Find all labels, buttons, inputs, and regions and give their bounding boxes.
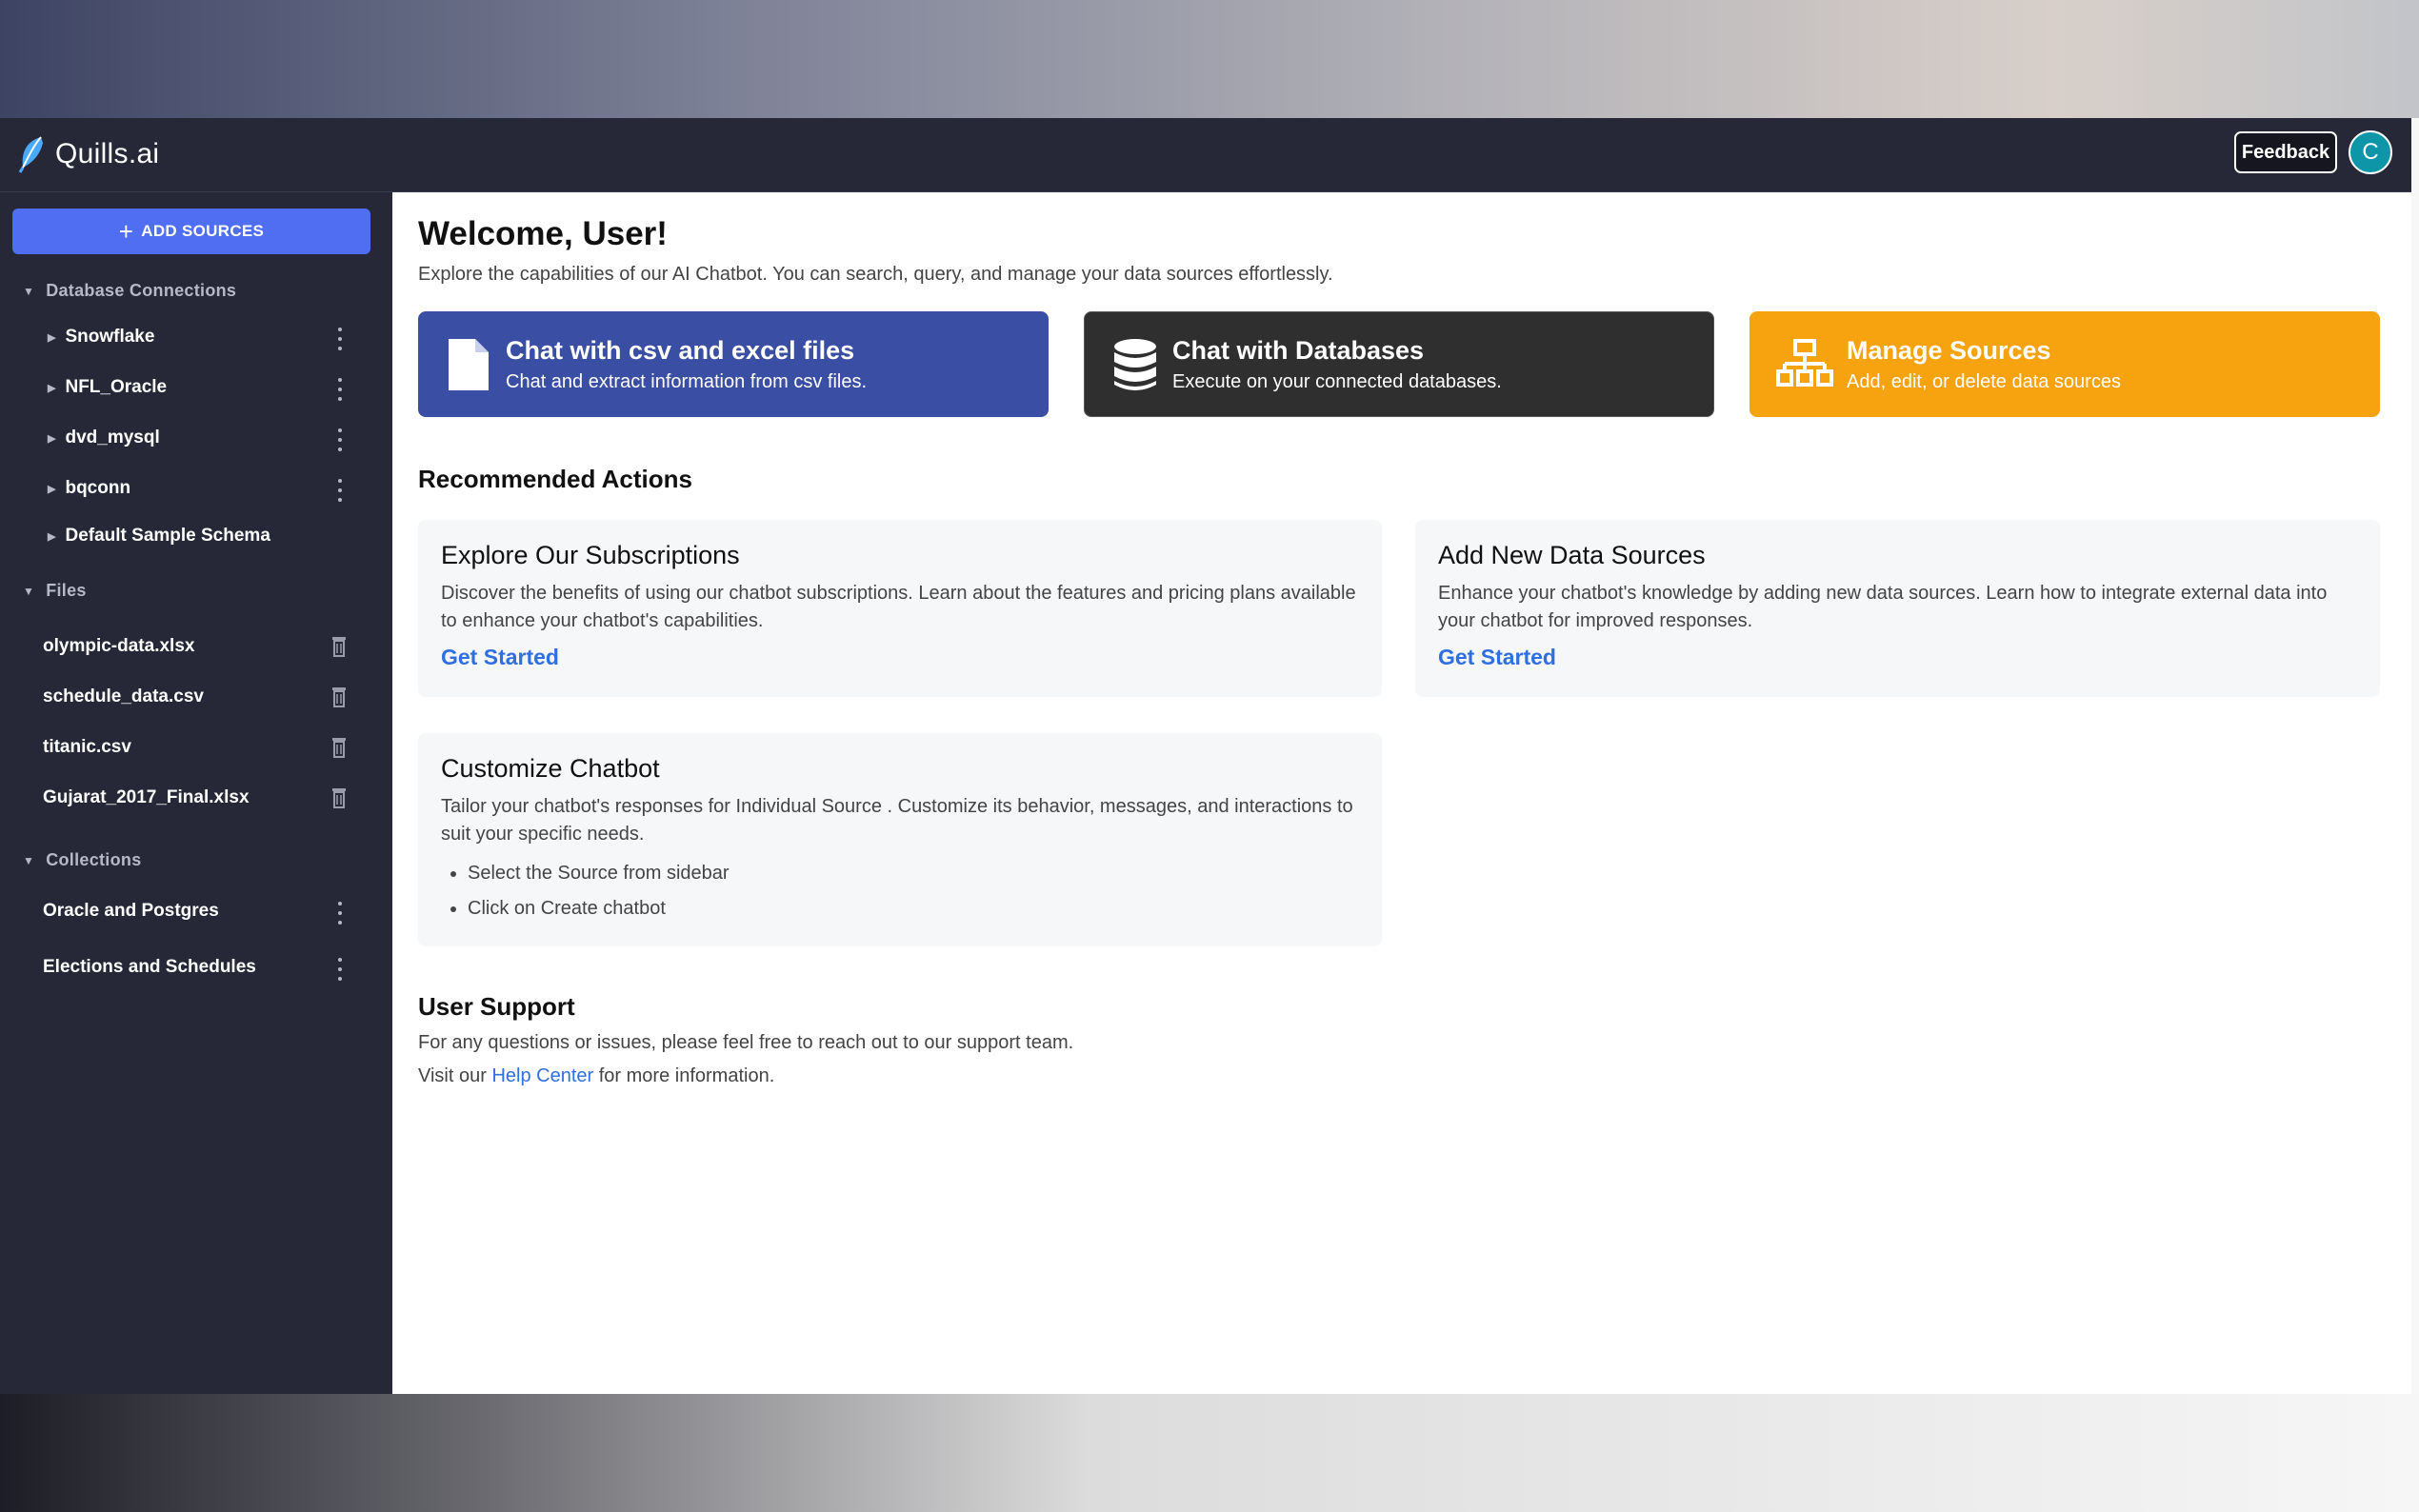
user-support-title: User Support <box>418 992 575 1021</box>
section-collections[interactable]: ▼ Collections <box>23 850 142 870</box>
caret-right-icon: ▶ <box>48 331 56 344</box>
section-header-label: Database Connections <box>46 281 237 300</box>
database-icon <box>1114 338 1156 390</box>
more-options-icon[interactable] <box>335 378 345 401</box>
card-description: Add, edit, or delete data sources <box>1847 370 2121 392</box>
card-title: Chat with Databases <box>1172 335 1425 365</box>
db-item-bqconn[interactable]: ▶ bqconn <box>48 478 130 499</box>
section-header-label: Collections <box>46 850 142 869</box>
app-window: Quills.ai Feedback C + ADD SOURCES ▼ Dat… <box>0 118 2411 1394</box>
file-item-olympic-data[interactable]: olympic-data.xlsx <box>43 636 194 657</box>
help-prefix: Visit our <box>418 1065 487 1086</box>
manage-sources-card[interactable]: Manage Sources Add, edit, or delete data… <box>1749 311 2380 417</box>
caret-right-icon: ▶ <box>48 432 56 445</box>
list-item: Click on Create chatbot <box>468 891 1359 926</box>
card-title: Chat with csv and excel files <box>506 335 855 365</box>
user-avatar[interactable]: C <box>2349 130 2392 174</box>
list-item: Select the Source from sidebar <box>468 856 1359 891</box>
caret-down-icon: ▼ <box>23 584 35 598</box>
caret-right-icon: ▶ <box>48 530 56 543</box>
more-options-icon[interactable] <box>335 428 345 451</box>
trash-icon[interactable] <box>331 787 347 808</box>
help-suffix: for more information. <box>598 1065 775 1086</box>
support-text: For any questions or issues, please feel… <box>418 1032 1074 1053</box>
file-icon <box>449 338 489 390</box>
file-item-gujarat-2017-final[interactable]: Gujarat_2017_Final.xlsx <box>43 787 250 808</box>
page-subtitle: Explore the capabilities of our AI Chatb… <box>418 264 1333 285</box>
card-title: Manage Sources <box>1847 335 2051 365</box>
trash-icon[interactable] <box>331 686 347 707</box>
support-help-line: Visit our Help Center for more informati… <box>418 1065 774 1087</box>
db-item-label: Default Sample Schema <box>65 526 270 546</box>
add-sources-button[interactable]: + ADD SOURCES <box>12 209 370 254</box>
card-description: Tailor your chatbot's responses for Indi… <box>441 796 1353 845</box>
sidebar: + ADD SOURCES ▼ Database Connections ▶ S… <box>0 192 392 1394</box>
collection-item-elections-and-schedules[interactable]: Elections and Schedules <box>43 957 256 978</box>
plus-icon: + <box>118 217 134 246</box>
main-content: Welcome, User! Explore the capabilities … <box>392 192 2411 1394</box>
section-header-label: Files <box>46 581 87 600</box>
caret-down-icon: ▼ <box>23 284 35 298</box>
feedback-button[interactable]: Feedback <box>2234 131 2337 173</box>
chat-databases-card[interactable]: Chat with Databases Execute on your conn… <box>1084 311 1714 417</box>
chat-files-card[interactable]: Chat with csv and excel files Chat and e… <box>418 311 1049 417</box>
db-item-label: Snowflake <box>65 327 155 347</box>
window-edge <box>2411 118 2419 1394</box>
file-item-titanic[interactable]: titanic.csv <box>43 737 131 758</box>
db-item-label: bqconn <box>65 478 131 498</box>
desktop-background-bottom <box>0 1393 2419 1512</box>
db-item-nfl-oracle[interactable]: ▶ NFL_Oracle <box>48 377 167 398</box>
section-database-connections[interactable]: ▼ Database Connections <box>23 281 236 301</box>
caret-right-icon: ▶ <box>48 382 56 394</box>
more-options-icon[interactable] <box>335 902 345 925</box>
card-title: Explore Our Subscriptions <box>441 541 740 569</box>
steps-list: Select the Source from sidebar Click on … <box>441 856 1359 926</box>
recommended-actions-title: Recommended Actions <box>418 465 692 493</box>
trash-icon[interactable] <box>331 636 347 657</box>
help-center-link[interactable]: Help Center <box>491 1065 593 1086</box>
more-options-icon[interactable] <box>335 479 345 502</box>
card-description: Execute on your connected databases. <box>1172 370 1502 392</box>
app-name: Quills.ai <box>55 138 160 169</box>
more-options-icon[interactable] <box>335 958 345 981</box>
get-started-link[interactable]: Get Started <box>1438 645 1556 670</box>
subscriptions-card: Explore Our Subscriptions Discover the b… <box>418 520 1382 697</box>
db-item-dvd-mysql[interactable]: ▶ dvd_mysql <box>48 428 160 448</box>
sitemap-icon <box>1776 338 1833 387</box>
card-title: Customize Chatbot <box>441 754 660 783</box>
logo[interactable]: Quills.ai <box>17 135 159 173</box>
caret-right-icon: ▶ <box>48 483 56 495</box>
db-item-snowflake[interactable]: ▶ Snowflake <box>48 327 154 348</box>
db-item-label: NFL_Oracle <box>65 377 168 397</box>
collection-item-oracle-and-postgres[interactable]: Oracle and Postgres <box>43 901 219 922</box>
page-title: Welcome, User! <box>418 215 668 252</box>
trash-icon[interactable] <box>331 737 347 758</box>
card-description: Enhance your chatbot's knowledge by addi… <box>1438 583 2328 631</box>
file-item-schedule-data[interactable]: schedule_data.csv <box>43 686 204 707</box>
add-data-sources-card: Add New Data Sources Enhance your chatbo… <box>1415 520 2380 697</box>
top-bar: Quills.ai Feedback C <box>0 118 2411 192</box>
get-started-link[interactable]: Get Started <box>441 645 559 670</box>
add-sources-label: ADD SOURCES <box>141 222 265 240</box>
caret-down-icon: ▼ <box>23 853 35 867</box>
section-files[interactable]: ▼ Files <box>23 581 87 601</box>
card-description: Discover the benefits of using our chatb… <box>441 583 1356 631</box>
customize-chatbot-card: Customize Chatbot Tailor your chatbot's … <box>418 733 1382 946</box>
card-title: Add New Data Sources <box>1438 541 1706 569</box>
feather-logo-icon <box>18 136 43 173</box>
card-description: Chat and extract information from csv fi… <box>506 370 868 392</box>
db-item-label: dvd_mysql <box>65 428 160 448</box>
more-options-icon[interactable] <box>335 328 345 350</box>
db-item-default-sample-schema[interactable]: ▶ Default Sample Schema <box>48 526 270 547</box>
